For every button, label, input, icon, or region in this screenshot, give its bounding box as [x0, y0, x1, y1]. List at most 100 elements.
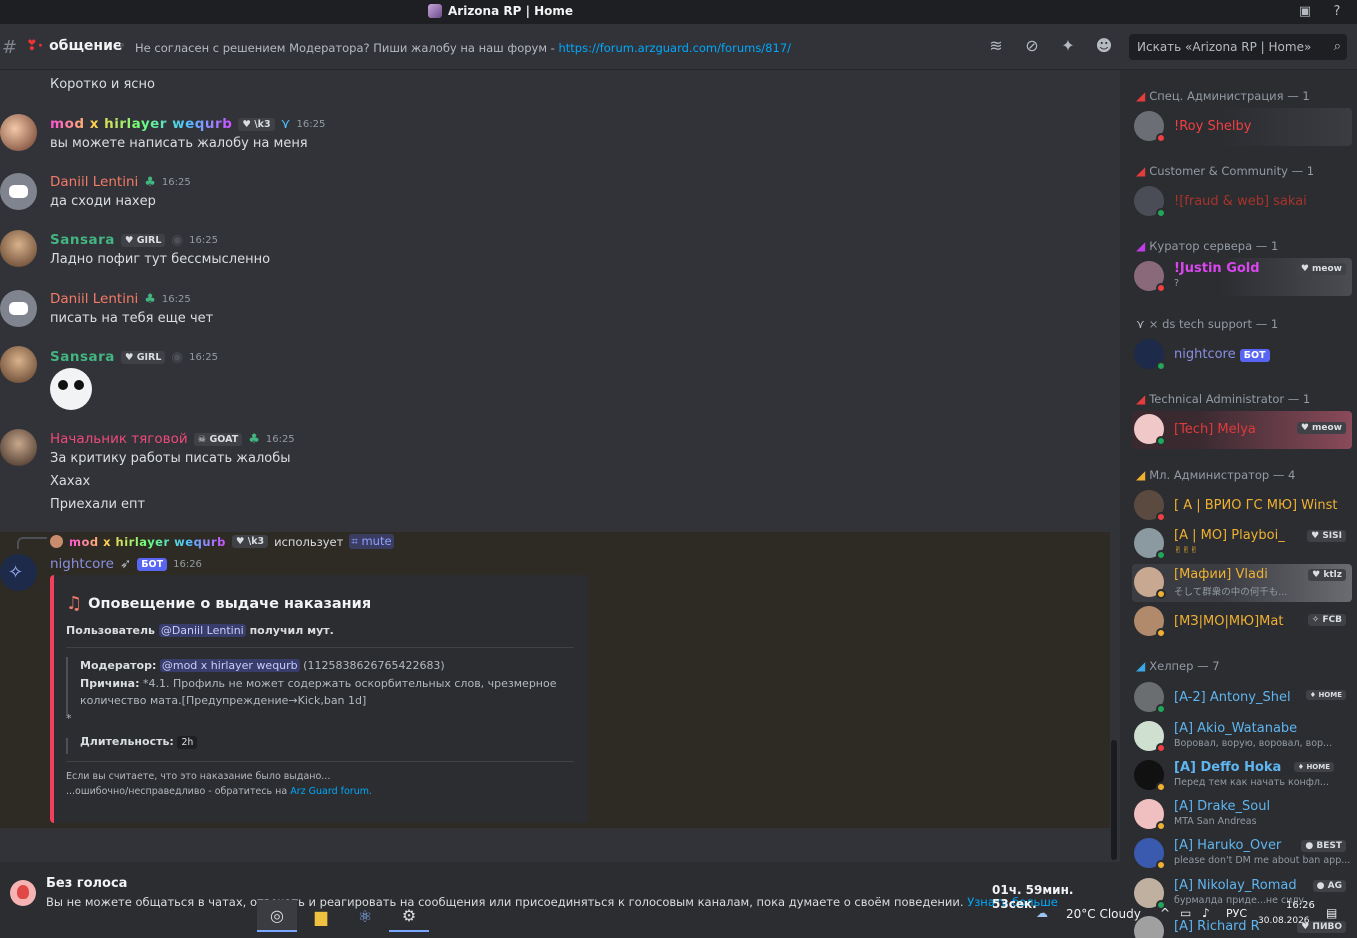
app-icon[interactable]: ◎: [257, 900, 297, 932]
user-mention[interactable]: @Daniil Lentini: [158, 624, 246, 637]
member-tag-text: BEST: [1316, 841, 1342, 851]
avatar[interactable]: [0, 429, 37, 466]
notification-muted-icon[interactable]: ⊘: [1022, 36, 1042, 56]
member-tag-text: HOME: [1306, 763, 1330, 771]
message-author[interactable]: mod x hirlayer wequrb ♥ \k3 ⋎ 16:25: [50, 116, 325, 132]
message-author[interactable]: Daniil Lentini ♣ 16:25: [50, 291, 191, 307]
member-name: [A-2] Antony_Shel: [1174, 690, 1291, 705]
rocket-icon: ➶: [119, 556, 132, 572]
bot-badge: БОТ: [137, 557, 168, 571]
avatar[interactable]: [0, 114, 37, 151]
network-icon[interactable]: ▭: [1180, 906, 1191, 920]
role-tag-text: \k3: [254, 118, 271, 130]
member-tag: ● BEST: [1301, 840, 1346, 852]
member-item[interactable]: !Justin Gold ? ♥ meow: [1132, 258, 1352, 296]
status-dot: [1156, 133, 1166, 143]
role-icon: ◢: [1136, 659, 1146, 673]
member-item[interactable]: [A] Haruko_Over please don't DM me about…: [1132, 835, 1352, 873]
member-item[interactable]: [Мафии] Vladi そして群衆の中の何千も... ♥ ktlz: [1132, 564, 1352, 602]
cloud-icon: ☁: [1036, 906, 1048, 920]
member-item[interactable]: [A] Akio_Watanabe Воровал, ворую, ворова…: [1132, 718, 1352, 756]
role-icon: ◢: [1136, 89, 1146, 103]
clock-date[interactable]: 30.08.2026: [1258, 916, 1310, 926]
author-name[interactable]: Daniil Lentini: [50, 174, 138, 190]
member-item[interactable]: nightcore БОТ: [1132, 336, 1352, 374]
author-name[interactable]: Sansara: [50, 349, 115, 365]
member-list-icon[interactable]: ☻: [1094, 36, 1114, 56]
avatar[interactable]: [0, 290, 37, 327]
role-name: Customer & Community — 1: [1149, 164, 1315, 178]
reply-author[interactable]: mod x hirlayer wequrb: [69, 535, 226, 549]
avatar[interactable]: [0, 230, 37, 267]
member-tag: ♥ ktlz: [1308, 569, 1346, 581]
member-tag: ♥ SISI: [1307, 530, 1346, 542]
discord-logo-icon: [9, 185, 28, 198]
author-name[interactable]: Sansara: [50, 232, 115, 248]
member-tag: ♥ meow: [1296, 422, 1346, 434]
search-input[interactable]: Искать «Arizona RP | Home» ⌕: [1129, 34, 1347, 60]
member-item[interactable]: [ A | ВРИО ГС МЮ] Winst: [1132, 487, 1352, 525]
status-dot: [1156, 283, 1166, 293]
reply-reference[interactable]: mod x hirlayer wequrb ♥ \k3 использует ⌗…: [50, 534, 394, 549]
chat-scrollbar[interactable]: [1111, 740, 1117, 860]
channel-topic[interactable]: Не согласен с решением Модератора? Пиши …: [135, 41, 791, 55]
steam-icon[interactable]: ⚙: [389, 900, 429, 932]
moderator-mention[interactable]: @mod x hirlayer wequrb: [159, 659, 300, 672]
message-author[interactable]: Sansara ♥ GIRL ◉ 16:25: [50, 349, 218, 365]
notifications-icon[interactable]: ▤: [1326, 906, 1337, 920]
message-time: 16:26: [173, 558, 202, 570]
role-header: ◢ Куратор сервера — 1: [1136, 239, 1278, 253]
threads-icon[interactable]: ≋: [986, 36, 1006, 56]
footer-link[interactable]: Arz Guard forum.: [290, 786, 372, 797]
topic-link[interactable]: https://forum.arzguard.com/forums/817/: [558, 41, 791, 55]
chevron-up-icon[interactable]: ^: [1160, 906, 1170, 920]
author-name[interactable]: Начальник тяговой: [50, 431, 188, 447]
author-name[interactable]: Daniil Lentini: [50, 291, 138, 307]
clock-time[interactable]: 16:26: [1286, 900, 1315, 911]
avatar[interactable]: ✧: [0, 554, 37, 591]
member-item[interactable]: [A] Drake_Soul MTA San Andreas: [1132, 796, 1352, 834]
command-mention[interactable]: ⌗ mute: [349, 534, 394, 549]
reason-line-3: *: [66, 712, 72, 725]
avatar[interactable]: [0, 346, 37, 383]
message-author[interactable]: Sansara ♥ GIRL ◉ 16:25: [50, 232, 218, 248]
sticker-face[interactable]: [50, 368, 92, 410]
language-indicator[interactable]: РУС: [1226, 907, 1247, 920]
member-tag-text: FCB: [1322, 615, 1342, 625]
member-status: please don't DM me about ban app...: [1174, 855, 1351, 866]
member-item[interactable]: [A | МО] Playboi_ ✌✌✌ ♥ SISI: [1132, 525, 1352, 563]
folder-icon[interactable]: ▆: [301, 900, 341, 932]
inbox-icon[interactable]: ▣: [1297, 4, 1313, 20]
member-item[interactable]: [A-2] Antony_Shel ♦ HOME: [1132, 679, 1352, 717]
member-item[interactable]: [МЗ|МО|МЮ]Mat ✧ FCB: [1132, 603, 1352, 641]
member-status: Воровал, ворую, воровал, вор...: [1174, 738, 1333, 749]
avatar[interactable]: [0, 173, 37, 210]
role-tag: ♥ GIRL: [120, 350, 166, 364]
react-icon[interactable]: ⚛: [345, 900, 385, 932]
member-item[interactable]: ![fraud & web] sakai: [1132, 183, 1352, 221]
help-icon[interactable]: ?: [1329, 4, 1345, 20]
mute-icon-glyph: [17, 885, 29, 899]
mute-desc-text: Вы не можете общаться в чатах, отвечать …: [46, 895, 968, 909]
channel-header: # ❣· общение • Не согласен с решением Мод…: [0, 24, 1357, 70]
member-tag: ● AG: [1312, 880, 1346, 892]
message-text: Коротко и ясно: [50, 77, 155, 92]
system-tray: ☁ 20°C Cloudy ^ ▭ ♪ РУС 16:26 30.08.2026…: [1036, 900, 1357, 930]
member-item[interactable]: [A] Deffo Hoka Перед тем как начать конф…: [1132, 757, 1352, 795]
author-name[interactable]: mod x hirlayer wequrb: [50, 116, 232, 132]
volume-icon[interactable]: ♪: [1202, 906, 1210, 920]
status-dot: [1156, 208, 1166, 218]
punishment-embed: ♫ Оповещение о выдаче наказания Пользова…: [50, 575, 588, 823]
message-author[interactable]: Daniil Lentini ♣ 16:25: [50, 174, 191, 190]
message-author[interactable]: Начальник тяговой ☠ GOAT ♣ 16:25: [50, 431, 295, 447]
member-list: ◢ Спец. Администрация — 1 !Roy Shelby ◢ Cu…: [1120, 70, 1357, 938]
sticker-eye: [58, 380, 68, 390]
status-dot: [1156, 512, 1166, 522]
member-item[interactable]: !Roy Shelby: [1132, 108, 1352, 146]
embed-footer-2: ...ошибочно/несправедливо - обратитесь н…: [66, 786, 372, 797]
author-name[interactable]: nightcore: [50, 556, 114, 572]
hash-icon: #: [2, 37, 18, 58]
message-author[interactable]: nightcore ➶ БОТ 16:26: [50, 556, 202, 572]
member-item[interactable]: [Tech] Melya ♥ meow: [1132, 411, 1352, 449]
pin-icon[interactable]: ✦: [1058, 36, 1078, 56]
